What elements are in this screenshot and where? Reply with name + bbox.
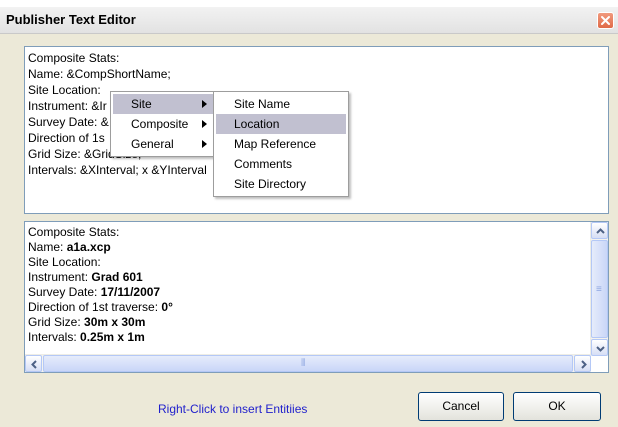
menu-item-label: Site: [131, 97, 152, 111]
horizontal-scroll-thumb[interactable]: ⦀: [43, 355, 573, 372]
scroll-left-button[interactable]: [25, 355, 42, 372]
insert-entities-hint: Right-Click to insert Entitiies: [158, 402, 308, 416]
preview-label: Composite Stats:: [28, 225, 120, 239]
preview-line: Instrument: Grad 601: [28, 270, 578, 285]
preview-line: Survey Date: 17/11/2007: [28, 285, 578, 300]
submenu-item-site-directory[interactable]: Site Directory: [216, 174, 346, 194]
window-top-edge: [0, 0, 618, 7]
scroll-down-button[interactable]: [591, 339, 608, 356]
submenu-item-comments[interactable]: Comments: [216, 154, 346, 174]
preview-label: Direction of 1st traverse:: [28, 300, 162, 314]
template-line: Composite Stats:: [28, 51, 120, 65]
horizontal-scrollbar[interactable]: ⦀: [25, 354, 591, 372]
preview-line: Site Location:: [28, 255, 578, 270]
submenu-item-location[interactable]: Location: [216, 114, 346, 134]
preview-value: 0.25m x 1m: [80, 330, 145, 344]
publisher-text-editor-dialog: Publisher Text Editor Composite Stats: N…: [0, 0, 618, 427]
menu-item-label: Composite: [131, 117, 189, 131]
preview-value: a1a.xcp: [66, 240, 111, 254]
vertical-scroll-thumb[interactable]: ≡: [591, 240, 608, 338]
preview-value: 17/11/2007: [100, 285, 161, 299]
grip-icon: ⦀: [301, 358, 306, 369]
preview-label: Intervals:: [28, 330, 81, 344]
cancel-button[interactable]: Cancel: [418, 392, 504, 421]
menu-item-site[interactable]: Site: [113, 94, 213, 114]
title-bar[interactable]: Publisher Text Editor: [0, 7, 618, 34]
window-title: Publisher Text Editor: [6, 12, 136, 27]
preview-label: Instrument:: [28, 270, 92, 284]
vertical-scrollbar[interactable]: ≡: [590, 222, 608, 356]
chevron-left-icon: [31, 360, 37, 369]
preview-value: 30m x 30m: [84, 315, 146, 329]
scroll-up-button[interactable]: [591, 222, 608, 239]
preview-pane: Composite Stats: Name: a1a.xcp Site Loca…: [24, 221, 609, 373]
template-line: Name: &CompShortName;: [28, 67, 171, 81]
submenu-item-site-name[interactable]: Site Name: [216, 94, 346, 114]
submenu-item-map-reference[interactable]: Map Reference: [216, 134, 346, 154]
preview-line: Intervals: 0.25m x 1m: [28, 330, 578, 345]
preview-line: Composite Stats:: [28, 225, 578, 240]
ok-button[interactable]: OK: [513, 392, 601, 421]
grip-icon: ≡: [596, 284, 602, 295]
menu-item-label: General: [131, 137, 174, 151]
preview-line: Grid Size: 30m x 30m: [28, 315, 578, 330]
chevron-right-icon: [202, 120, 207, 128]
chevron-right-icon: [202, 100, 207, 108]
preview-line: Name: a1a.xcp: [28, 240, 578, 255]
menu-item-composite[interactable]: Composite: [113, 114, 213, 134]
scroll-right-button[interactable]: [574, 355, 591, 372]
chevron-down-icon: [596, 346, 605, 352]
preview-value: Grad 601: [91, 270, 143, 284]
context-menu: Site Composite General: [110, 91, 216, 157]
preview-label: Survey Date:: [28, 285, 101, 299]
preview-value: 0°: [161, 300, 173, 314]
preview-label: Name:: [28, 240, 67, 254]
preview-line: Direction of 1st traverse: 0°: [28, 300, 578, 315]
site-submenu: Site Name Location Map Reference Comment…: [213, 91, 349, 197]
preview-label: Grid Size:: [28, 315, 85, 329]
chevron-right-icon: [581, 360, 587, 369]
chevron-up-icon: [596, 228, 605, 234]
close-icon: [601, 16, 610, 25]
preview-text: Composite Stats: Name: a1a.xcp Site Loca…: [25, 222, 578, 345]
close-button[interactable]: [597, 12, 614, 29]
menu-item-general[interactable]: General: [113, 134, 213, 154]
chevron-right-icon: [202, 140, 207, 148]
preview-label: Site Location:: [28, 255, 101, 269]
